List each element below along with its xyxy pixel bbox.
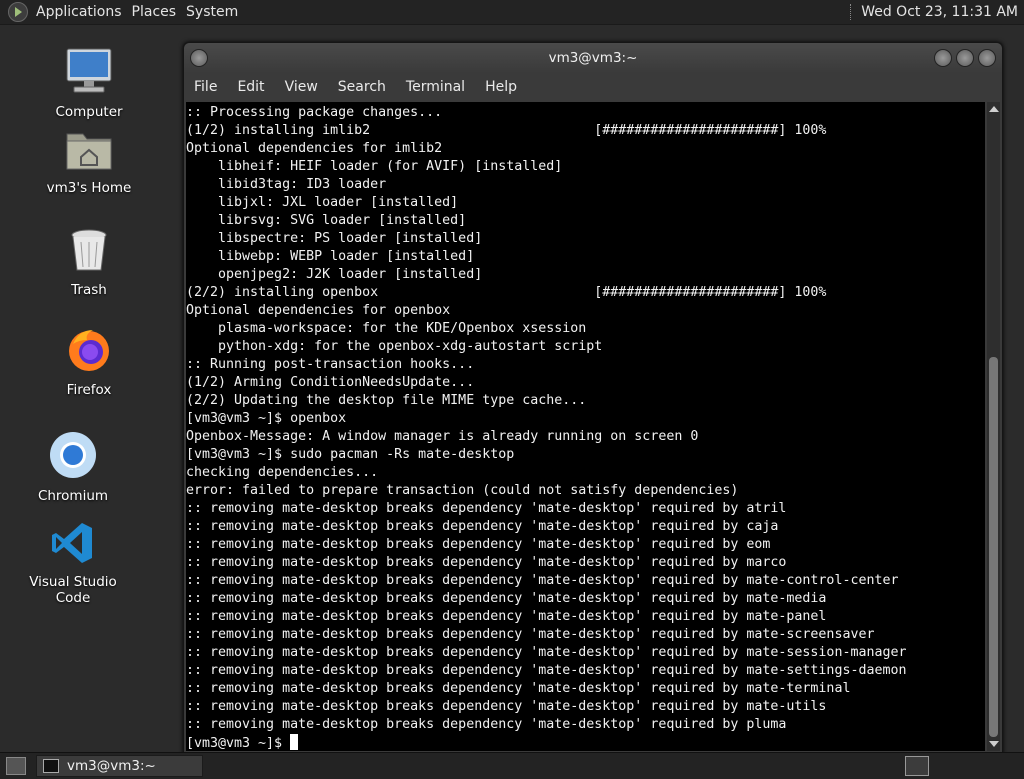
taskbar-button-label: vm3@vm3:~: [67, 758, 156, 774]
scroll-up-arrow-icon[interactable]: [989, 106, 999, 112]
terminal-line: :: removing mate-desktop breaks dependen…: [186, 609, 827, 624]
desktop-icon-label: Firefox: [66, 382, 112, 398]
taskbar-button-terminal[interactable]: vm3@vm3:~: [36, 755, 203, 777]
desktop-icon-label: vm3's Home: [46, 180, 132, 196]
menu-file[interactable]: File: [184, 79, 227, 95]
terminal-line: :: removing mate-desktop breaks dependen…: [186, 501, 787, 516]
terminal-line: libspectre: PS loader [installed]: [186, 231, 483, 246]
terminal-line: Openbox-Message: A window manager is alr…: [186, 429, 699, 444]
terminal-line: libheif: HEIF loader (for AVIF) [install…: [186, 159, 563, 174]
applications-menu[interactable]: Applications: [34, 4, 130, 20]
menu-edit[interactable]: Edit: [227, 79, 274, 95]
desktop-icon-label: Chromium: [37, 488, 109, 504]
terminal-line: [vm3@vm3 ~]$ openbox: [186, 411, 347, 426]
show-desktop-icon[interactable]: [6, 757, 26, 775]
terminal-line: :: Running post-transaction hooks...: [186, 357, 475, 372]
menu-terminal[interactable]: Terminal: [396, 79, 475, 95]
terminal-output: :: Processing package changes... (1/2) i…: [186, 102, 985, 751]
terminal-line: :: removing mate-desktop breaks dependen…: [186, 699, 827, 714]
computer-icon: [66, 48, 112, 93]
terminal-line: checking dependencies...: [186, 465, 379, 480]
trash-icon: [71, 229, 107, 271]
terminal-line: librsvg: SVG loader [installed]: [186, 213, 467, 228]
terminal-icon: [43, 759, 59, 773]
panel-right: Wed Oct 23, 11:31 AM: [850, 0, 1024, 24]
terminal-line: (2/2) installing openbox [##############…: [186, 285, 827, 300]
terminal-line: (1/2) installing imlib2 [###############…: [186, 123, 827, 138]
chromium-icon: [50, 432, 96, 478]
window-titlebar[interactable]: vm3@vm3:~: [184, 43, 1002, 73]
terminal-line: :: removing mate-desktop breaks dependen…: [186, 717, 787, 732]
terminal-line: libid3tag: ID3 loader: [186, 177, 387, 192]
terminal-line: Optional dependencies for openbox: [186, 303, 451, 318]
desktop-icon-computer[interactable]: Computer: [34, 46, 144, 120]
window-title: vm3@vm3:~: [548, 50, 638, 66]
maximize-icon[interactable]: [956, 49, 974, 67]
terminal-prompt: [vm3@vm3 ~]$: [186, 736, 291, 751]
menu-search[interactable]: Search: [328, 79, 396, 95]
desktop-icon-chromium[interactable]: Chromium: [18, 430, 128, 504]
terminal-window[interactable]: vm3@vm3:~ File Edit View Search Terminal…: [183, 42, 1003, 754]
minimize-icon[interactable]: [934, 49, 952, 67]
panel-separator: [850, 4, 853, 20]
scrollbar-thumb[interactable]: [989, 357, 998, 737]
desktop-icon-firefox[interactable]: Firefox: [34, 326, 144, 398]
terminal-line: :: removing mate-desktop breaks dependen…: [186, 573, 899, 588]
terminal-menubar: File Edit View Search Terminal Help: [184, 73, 1002, 101]
terminal-line: Optional dependencies for imlib2: [186, 141, 443, 156]
close-icon[interactable]: [978, 49, 996, 67]
desktop-icon-label: Computer: [55, 104, 123, 120]
terminal-line: :: removing mate-desktop breaks dependen…: [186, 627, 875, 642]
places-menu[interactable]: Places: [130, 4, 185, 20]
terminal-line: :: removing mate-desktop breaks dependen…: [186, 591, 827, 606]
terminal-line: openjpeg2: J2K loader [installed]: [186, 267, 483, 282]
text-cursor: [290, 734, 299, 750]
terminal-line: :: Processing package changes...: [186, 105, 443, 120]
terminal-line: python-xdg: for the openbox-xdg-autostar…: [186, 339, 603, 354]
terminal-line: (2/2) Updating the desktop file MIME typ…: [186, 393, 587, 408]
workspace-switcher-icon[interactable]: [905, 756, 929, 776]
terminal-line: [vm3@vm3 ~]$ sudo pacman -Rs mate-deskto…: [186, 447, 515, 462]
terminal-line: :: removing mate-desktop breaks dependen…: [186, 555, 787, 570]
terminal-line: :: removing mate-desktop breaks dependen…: [186, 681, 851, 696]
top-panel: Applications Places System Wed Oct 23, 1…: [0, 0, 1024, 25]
terminal-output-area[interactable]: :: Processing package changes... (1/2) i…: [186, 102, 985, 751]
home-folder-icon: [66, 133, 112, 170]
firefox-icon: [69, 330, 109, 371]
window-menu-icon[interactable]: [190, 49, 208, 67]
desktop-icon-trash[interactable]: Trash: [34, 228, 144, 298]
mate-logo-icon[interactable]: [8, 2, 28, 22]
terminal-line: :: removing mate-desktop breaks dependen…: [186, 645, 907, 660]
terminal-scrollbar[interactable]: [987, 102, 1000, 751]
system-menu[interactable]: System: [184, 4, 246, 20]
menu-help[interactable]: Help: [475, 79, 527, 95]
terminal-line: libjxl: JXL loader [installed]: [186, 195, 459, 210]
terminal-line: plasma-workspace: for the KDE/Openbox xs…: [186, 321, 587, 336]
desktop-icon-vscode[interactable]: Visual Studio Code: [18, 520, 128, 606]
desktop-icon-label: Trash: [71, 282, 107, 298]
clock[interactable]: Wed Oct 23, 11:31 AM: [861, 4, 1024, 20]
terminal-line: libwebp: WEBP loader [installed]: [186, 249, 475, 264]
terminal-line: :: removing mate-desktop breaks dependen…: [186, 663, 907, 678]
desktop-icon-label: Visual Studio Code: [29, 574, 117, 606]
bottom-panel: vm3@vm3:~: [0, 752, 1024, 779]
menu-view[interactable]: View: [275, 79, 328, 95]
terminal-line: (1/2) Arming ConditionNeedsUpdate...: [186, 375, 475, 390]
terminal-line: error: failed to prepare transaction (co…: [186, 483, 739, 498]
scroll-down-arrow-icon[interactable]: [989, 741, 999, 747]
vscode-icon: [52, 523, 92, 563]
terminal-line: :: removing mate-desktop breaks dependen…: [186, 519, 779, 534]
desktop-icon-home[interactable]: vm3's Home: [34, 128, 144, 196]
terminal-line: :: removing mate-desktop breaks dependen…: [186, 537, 771, 552]
